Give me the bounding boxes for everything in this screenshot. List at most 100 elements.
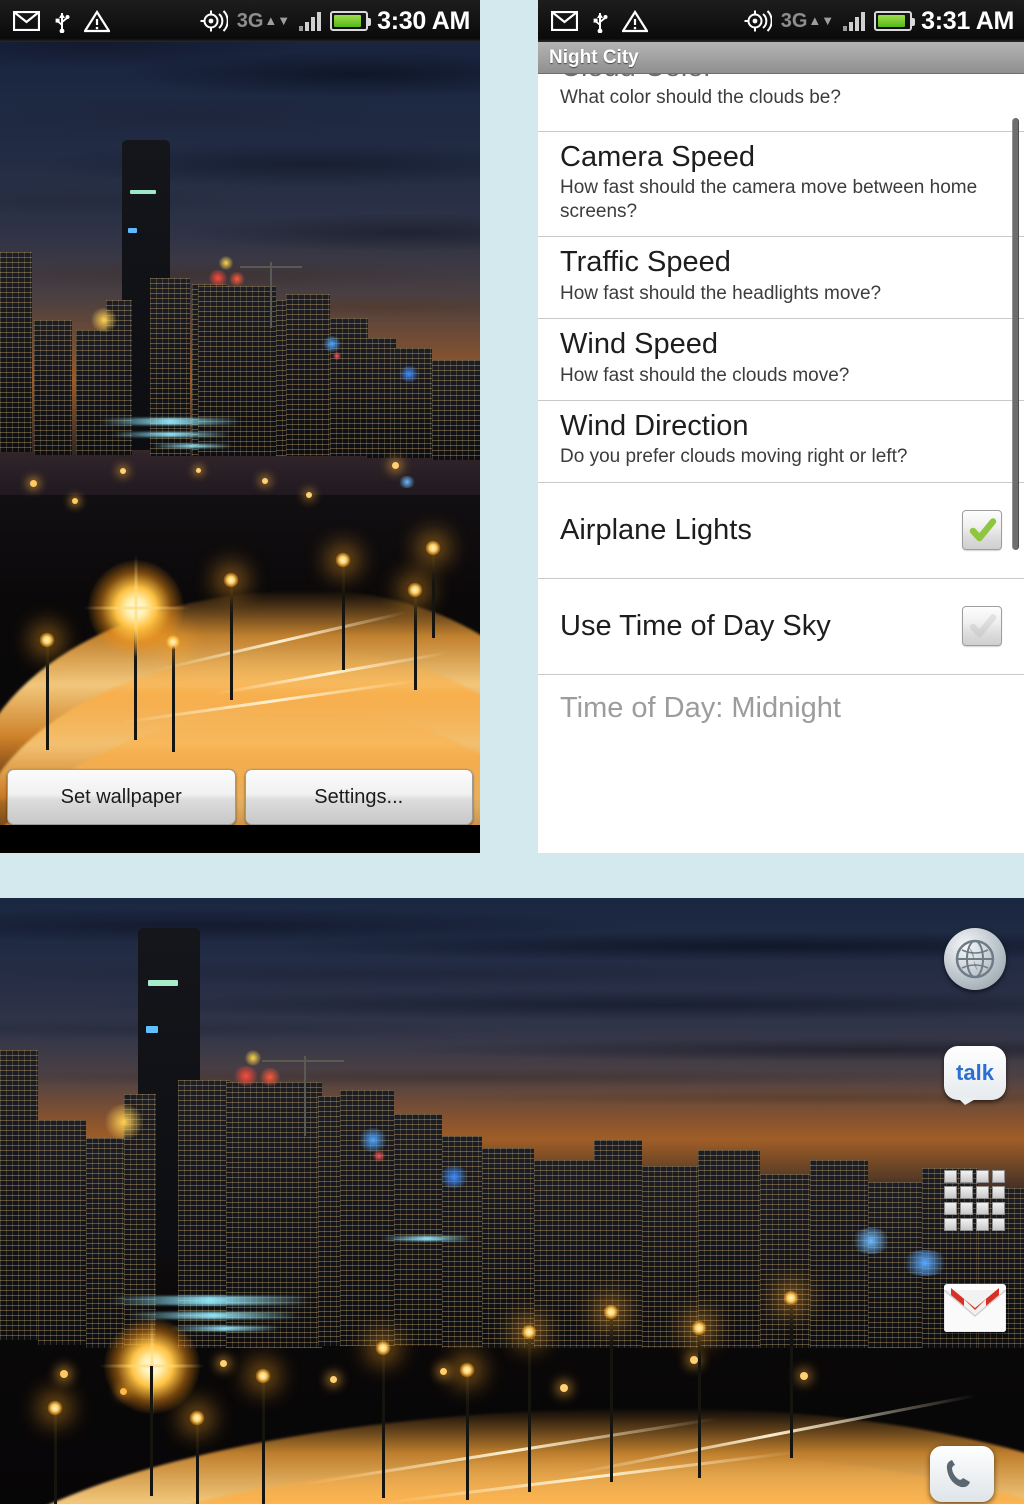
preference-use-time-of-day-sky[interactable]: Use Time of Day Sky — [538, 578, 1024, 675]
building — [810, 1160, 868, 1348]
street-lamp-light — [223, 572, 239, 588]
building — [286, 294, 330, 456]
street-lamp-pole — [342, 560, 345, 670]
street-lamp-pole — [150, 1366, 153, 1496]
building — [34, 320, 72, 455]
street-lamp-pole — [790, 1298, 793, 1458]
status-bar-system-icons: 3G ▲▼ 3:31 AM — [742, 7, 1024, 36]
mall-neon-band — [110, 1296, 310, 1305]
construction-crane-arm — [240, 266, 302, 268]
gmail-icon — [13, 11, 40, 31]
street-lamp-pole — [432, 548, 435, 638]
blue-building-light — [322, 336, 342, 352]
app-drawer-icon[interactable] — [944, 1170, 1006, 1231]
city-light — [440, 1368, 447, 1375]
street-lamp-light — [375, 1340, 391, 1356]
status-bar-clock: 3:31 AM — [921, 6, 1014, 35]
street-lamp-pole — [610, 1312, 613, 1482]
airplane-beacon-light — [207, 270, 229, 286]
street-lamp-light — [783, 1290, 799, 1306]
dome-light — [218, 256, 234, 270]
city-light-blue — [398, 476, 416, 488]
warning-icon — [622, 9, 648, 32]
data-transfer-arrows: ▲▼ — [808, 13, 835, 29]
city-light — [196, 468, 201, 473]
airplane-beacon-light — [258, 1068, 282, 1086]
preference-summary: What color should the clouds be? — [560, 87, 841, 109]
home-screen-panel: talk — [0, 898, 1024, 1504]
construction-crane — [270, 262, 272, 328]
preference-title: Use Time of Day Sky — [560, 609, 831, 642]
app-drawer-shortcut[interactable] — [944, 1170, 1006, 1232]
preference-summary: How fast should the clouds move? — [560, 364, 850, 386]
airplane-lights-checkbox[interactable] — [962, 510, 1002, 551]
usb-icon — [593, 13, 608, 33]
preference-camera-speed[interactable]: Camera Speed How fast should the camera … — [538, 132, 1024, 238]
globe-glyph — [955, 939, 995, 979]
street-lamp-light — [521, 1324, 537, 1340]
usb-icon — [55, 13, 70, 33]
battery-icon — [330, 11, 372, 31]
city-light — [330, 1376, 337, 1383]
gps-icon — [200, 10, 228, 32]
building — [178, 1080, 230, 1348]
gmail-icon[interactable] — [944, 1284, 1006, 1332]
building — [366, 338, 396, 458]
settings-button[interactable]: Settings... — [244, 769, 473, 825]
street-lamp-pole — [262, 1376, 265, 1504]
set-wallpaper-button[interactable]: Set wallpaper — [7, 769, 236, 825]
gmail-shortcut[interactable] — [944, 1284, 1006, 1346]
city-light — [560, 1384, 568, 1392]
preference-wind-direction[interactable]: Wind Direction Do you prefer clouds movi… — [538, 401, 1024, 483]
status-bar-preview: 3G ▲▼ 3:30 AM — [0, 0, 480, 42]
city-light — [30, 480, 37, 487]
mall-neon-band — [382, 1236, 472, 1241]
street-lamp-pole — [172, 642, 175, 752]
dome-light — [90, 308, 118, 332]
airplane-beacon-light — [232, 1066, 260, 1086]
google-talk-icon[interactable]: talk — [944, 1046, 1006, 1105]
building — [76, 330, 106, 455]
preference-airplane-lights[interactable]: Airplane Lights — [538, 482, 1024, 579]
street-lamp-light — [459, 1362, 475, 1378]
checkmark-icon — [969, 614, 997, 638]
street-lamp-light — [425, 540, 441, 556]
preference-list[interactable]: Cloud Color What color should the clouds… — [538, 74, 1024, 853]
preference-cloud-color[interactable]: Cloud Color What color should the clouds… — [538, 74, 1024, 132]
preference-time-of-day[interactable]: Time of Day: Midnight — [538, 674, 1024, 775]
battery-icon — [874, 11, 916, 31]
building — [0, 1050, 38, 1340]
3g-data-icon: 3G ▲▼ — [781, 11, 835, 31]
browser-globe-icon[interactable] — [944, 928, 1006, 990]
building — [226, 1082, 322, 1348]
city-light — [60, 1370, 68, 1378]
building — [38, 1120, 86, 1345]
preference-title: Wind Speed — [560, 328, 718, 361]
city-light — [72, 498, 78, 504]
page-title: Night City — [549, 46, 639, 68]
status-bar-system-icons: 3G ▲▼ 3:30 AM — [198, 7, 480, 36]
use-time-of-day-sky-checkbox[interactable] — [962, 606, 1002, 647]
preview-bottom-bar — [0, 825, 480, 853]
phone-dialer-shortcut[interactable] — [930, 1446, 994, 1504]
phone-handset-glyph — [946, 1460, 970, 1488]
settings-panel: 3G ▲▼ 3:31 AM Night City Cloud Color Wha… — [538, 0, 1024, 853]
preference-title: Cloud Color — [560, 74, 1002, 83]
signal-icon — [299, 11, 322, 31]
preference-traffic-speed[interactable]: Traffic Speed How fast should the headli… — [538, 237, 1024, 320]
tower-window-light — [148, 980, 178, 986]
network-type-label: 3G — [236, 9, 264, 32]
phone-dialer-icon[interactable] — [930, 1446, 994, 1502]
preference-wind-speed[interactable]: Wind Speed How fast should the clouds mo… — [538, 319, 1024, 402]
browser-shortcut[interactable] — [944, 928, 1006, 990]
tower-window-light — [130, 190, 156, 194]
street-lamp-pole — [382, 1348, 385, 1498]
google-talk-shortcut[interactable]: talk — [944, 1046, 1006, 1108]
gps-icon — [744, 10, 772, 32]
mall-neon-band — [152, 444, 232, 448]
city-light — [392, 462, 399, 469]
street-lamp-pole — [54, 1408, 57, 1504]
settings-scrollbar[interactable] — [1012, 118, 1019, 550]
preference-summary: How fast should the camera move between … — [560, 177, 978, 222]
warning-icon — [84, 9, 110, 32]
